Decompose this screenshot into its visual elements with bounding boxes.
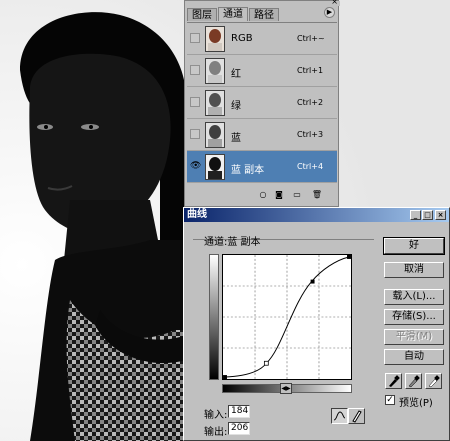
channel-row-rgb[interactable]: RGB Ctrl+~	[187, 23, 337, 55]
channel-row-blue[interactable]: 蓝 Ctrl+3	[187, 119, 337, 151]
tab-layers[interactable]: 图层	[187, 8, 217, 21]
channel-thumbnail	[205, 58, 225, 84]
output-gradient-bar	[209, 254, 219, 380]
channel-thumbnail	[205, 154, 225, 180]
channel-thumbnail	[205, 122, 225, 148]
preview-checkbox[interactable]: ✓	[385, 395, 395, 405]
curve-point	[223, 375, 227, 379]
curve-tool-icon[interactable]	[331, 408, 348, 424]
white-eyedropper-icon[interactable]	[425, 373, 442, 389]
black-eyedropper-icon[interactable]	[385, 373, 402, 389]
gray-eyedropper-icon[interactable]	[405, 373, 422, 389]
curve-point	[263, 360, 269, 366]
channel-shortcut: Ctrl+3	[297, 130, 324, 139]
curve-point	[347, 255, 351, 259]
eye-icon[interactable]: 👁	[190, 161, 201, 171]
channel-label: 通道:蓝 副本	[204, 237, 261, 248]
visibility-toggle[interactable]	[190, 65, 200, 75]
visibility-toggle[interactable]	[190, 97, 200, 107]
channel-thumbnail	[205, 90, 225, 116]
channel-row-green[interactable]: 绿 Ctrl+2	[187, 87, 337, 119]
cancel-button[interactable]: 取消	[384, 262, 444, 278]
output-field[interactable]: 206	[228, 422, 250, 435]
channel-shortcut: Ctrl+2	[297, 98, 324, 107]
visibility-toggle[interactable]	[190, 33, 200, 43]
save-selection-icon[interactable]: ◙	[273, 190, 285, 200]
tab-channels[interactable]: 通道	[218, 7, 248, 21]
palette-header: ×	[185, 0, 340, 6]
palette-menu-button[interactable]: ▶	[324, 7, 335, 18]
visibility-toggle[interactable]	[190, 129, 200, 139]
load-selection-icon[interactable]: ○	[257, 190, 269, 200]
channel-name: 蓝 副本	[231, 165, 265, 176]
channel-row-red[interactable]: 红 Ctrl+1	[187, 55, 337, 87]
trash-icon[interactable]: 🗑	[311, 190, 323, 200]
load-button[interactable]: 载入(L)...	[384, 289, 444, 305]
channel-shortcut: Ctrl+1	[297, 66, 324, 75]
new-channel-icon[interactable]: ▭	[291, 190, 303, 200]
preview-label: 预览(P)	[399, 398, 433, 409]
channel-list: RGB Ctrl+~ 红 Ctrl+1 绿 Ctrl+2 蓝 Ctrl+3 👁 …	[187, 22, 337, 183]
palette-tabs: 图层 通道 路径	[187, 7, 337, 21]
channel-row-blue-copy[interactable]: 👁 蓝 副本 Ctrl+4	[187, 151, 337, 183]
smooth-button[interactable]: 平滑(M)	[384, 329, 444, 345]
channel-shortcut: Ctrl+4	[297, 162, 324, 171]
channels-palette: × 图层 通道 路径 ▶ RGB Ctrl+~ 红 Ctrl+1 绿 Ctrl+…	[184, 0, 340, 207]
channel-shortcut: Ctrl+~	[297, 34, 325, 43]
maximize-icon[interactable]: □	[422, 210, 433, 220]
pencil-tool-icon[interactable]	[348, 408, 365, 424]
input-label: 输入:	[204, 410, 228, 421]
output-label: 输出:	[204, 427, 228, 438]
channel-name: 红	[231, 69, 241, 80]
curve-graph[interactable]	[222, 254, 352, 380]
auto-button[interactable]: 自动	[384, 349, 444, 365]
close-icon[interactable]: ×	[435, 210, 446, 220]
channel-thumbnail	[205, 26, 225, 52]
channel-name: RGB	[231, 33, 253, 44]
dialog-title: 曲线	[187, 209, 207, 220]
curve-point	[310, 279, 315, 284]
gradient-direction-toggle[interactable]: ◀▶	[280, 383, 292, 394]
channel-name: 蓝	[231, 133, 241, 144]
save-button[interactable]: 存储(S)...	[384, 309, 444, 325]
channel-name: 绿	[231, 101, 241, 112]
tab-paths[interactable]: 路径	[249, 8, 279, 21]
ok-button[interactable]: 好	[383, 237, 445, 255]
palette-footer: ○ ◙ ▭ 🗑	[187, 187, 337, 203]
input-field[interactable]: 184	[228, 405, 250, 418]
close-icon[interactable]: ×	[331, 0, 338, 6]
curves-dialog: 曲线 _ □ × 通道:蓝 副本 ◀▶ 输入: 184 输出: 206 好 取消…	[183, 207, 450, 441]
dialog-titlebar[interactable]: 曲线 _ □ ×	[184, 208, 449, 222]
minimize-icon[interactable]: _	[410, 210, 421, 220]
